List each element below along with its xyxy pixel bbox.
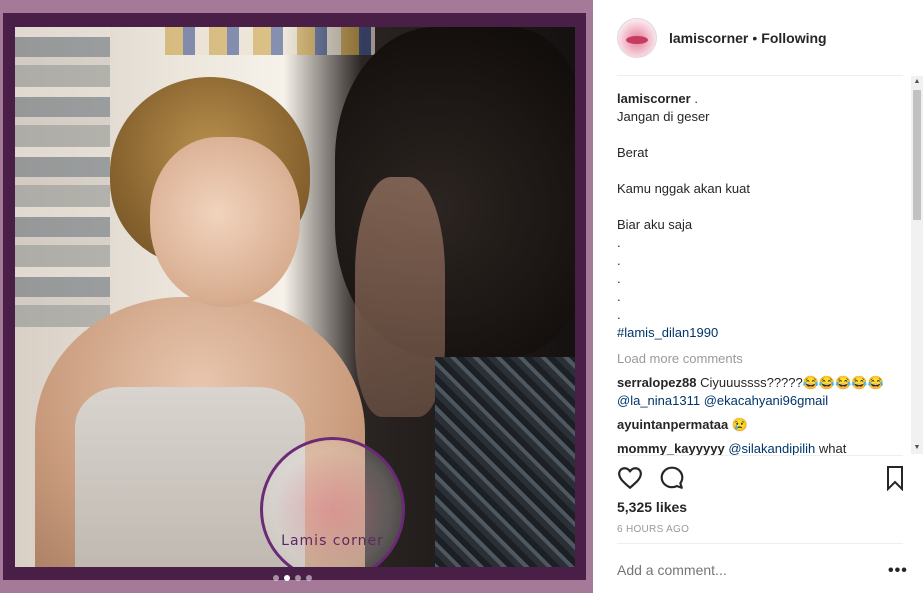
divider — [617, 543, 903, 544]
comment-mention[interactable]: @ekacahyani96gmail — [704, 393, 829, 408]
carousel-indicator — [273, 575, 312, 581]
post-media-panel: Lamis corner — [0, 0, 593, 593]
post-photo[interactable]: Lamis corner — [15, 27, 575, 567]
carousel-dot[interactable] — [306, 575, 312, 581]
wall-decor — [165, 27, 375, 55]
add-comment-input[interactable] — [617, 562, 867, 578]
avatar[interactable] — [617, 17, 657, 58]
post-details-panel: lamiscorner • Following lamiscorner . Ja… — [593, 0, 923, 593]
action-bar — [617, 464, 907, 492]
comment-text: 😢 — [731, 417, 749, 432]
caption-line: . — [617, 253, 621, 268]
header-username[interactable]: lamiscorner — [669, 30, 748, 46]
comment-mention[interactable]: @silakandipilih — [728, 441, 815, 456]
caption-line — [617, 162, 907, 180]
heart-icon[interactable] — [617, 465, 643, 491]
carousel-dot[interactable] — [273, 575, 279, 581]
comment-mention[interactable]: @la_nina1311 — [617, 393, 700, 408]
caption-line: Berat — [617, 145, 649, 160]
scroll-up-arrow-icon[interactable]: ▲ — [911, 76, 923, 88]
likes-count[interactable]: 5,325 likes — [617, 499, 687, 515]
header-separator: • — [752, 29, 758, 46]
caption-line: . — [617, 307, 621, 322]
caption-line: . — [617, 289, 621, 304]
comments-scrollbar[interactable]: ▲ ▼ — [911, 76, 923, 454]
comment-item: ayuintanpermataa 😢 — [617, 416, 907, 434]
caption-line: . — [617, 271, 621, 286]
caption-username[interactable]: lamiscorner — [617, 91, 691, 106]
caption-line: Kamu nggak akan kuat — [617, 181, 750, 196]
comment-text: Ciyuuussss?????😂😂😂😂😂 — [700, 375, 884, 390]
comment-username[interactable]: ayuintanpermataa — [617, 417, 728, 432]
comment-item: serralopez88 Ciyuuussss?????😂😂😂😂😂 @la_ni… — [617, 374, 907, 410]
scroll-thumb[interactable] — [913, 90, 921, 220]
watermark-logo: Lamis corner — [260, 437, 405, 567]
comment-text: what — [818, 441, 847, 456]
comments-list: lamiscorner . Jangan di geser Berat Kamu… — [617, 90, 907, 458]
comment-username[interactable]: mommy_kayyyyy — [617, 441, 725, 456]
wall-posters — [15, 27, 110, 327]
divider — [617, 75, 903, 76]
person-left-face — [150, 137, 300, 307]
caption-line — [617, 126, 907, 144]
scroll-down-arrow-icon[interactable]: ▼ — [911, 442, 923, 454]
caption-line — [617, 198, 907, 216]
carousel-dot-active[interactable] — [284, 575, 290, 581]
load-more-comments-button[interactable]: Load more comments — [617, 350, 907, 368]
caption-line: . — [617, 235, 621, 250]
carousel-dot[interactable] — [295, 575, 301, 581]
more-options-icon[interactable]: ••• — [888, 562, 908, 580]
following-button[interactable]: Following — [761, 30, 826, 46]
person-right-hand — [355, 177, 445, 417]
caption-hashtag[interactable]: #lamis_dilan1990 — [617, 324, 907, 342]
watermark-text: Lamis corner — [281, 533, 384, 549]
comment-username[interactable]: serralopez88 — [617, 375, 697, 390]
caption-line: Biar aku saja — [617, 217, 693, 232]
bookmark-icon[interactable] — [883, 465, 907, 491]
caption: lamiscorner . Jangan di geser Berat Kamu… — [617, 90, 907, 342]
divider — [617, 455, 903, 456]
caption-username-suffix: . — [690, 91, 698, 106]
person-right-shirt — [435, 357, 575, 567]
photo-frame: Lamis corner — [3, 13, 586, 580]
post-timestamp: 6 HOURS AGO — [617, 524, 690, 535]
post-header: lamiscorner • Following — [593, 0, 923, 75]
speech-bubble-icon[interactable] — [659, 465, 685, 491]
caption-line: Jangan di geser — [617, 109, 710, 124]
